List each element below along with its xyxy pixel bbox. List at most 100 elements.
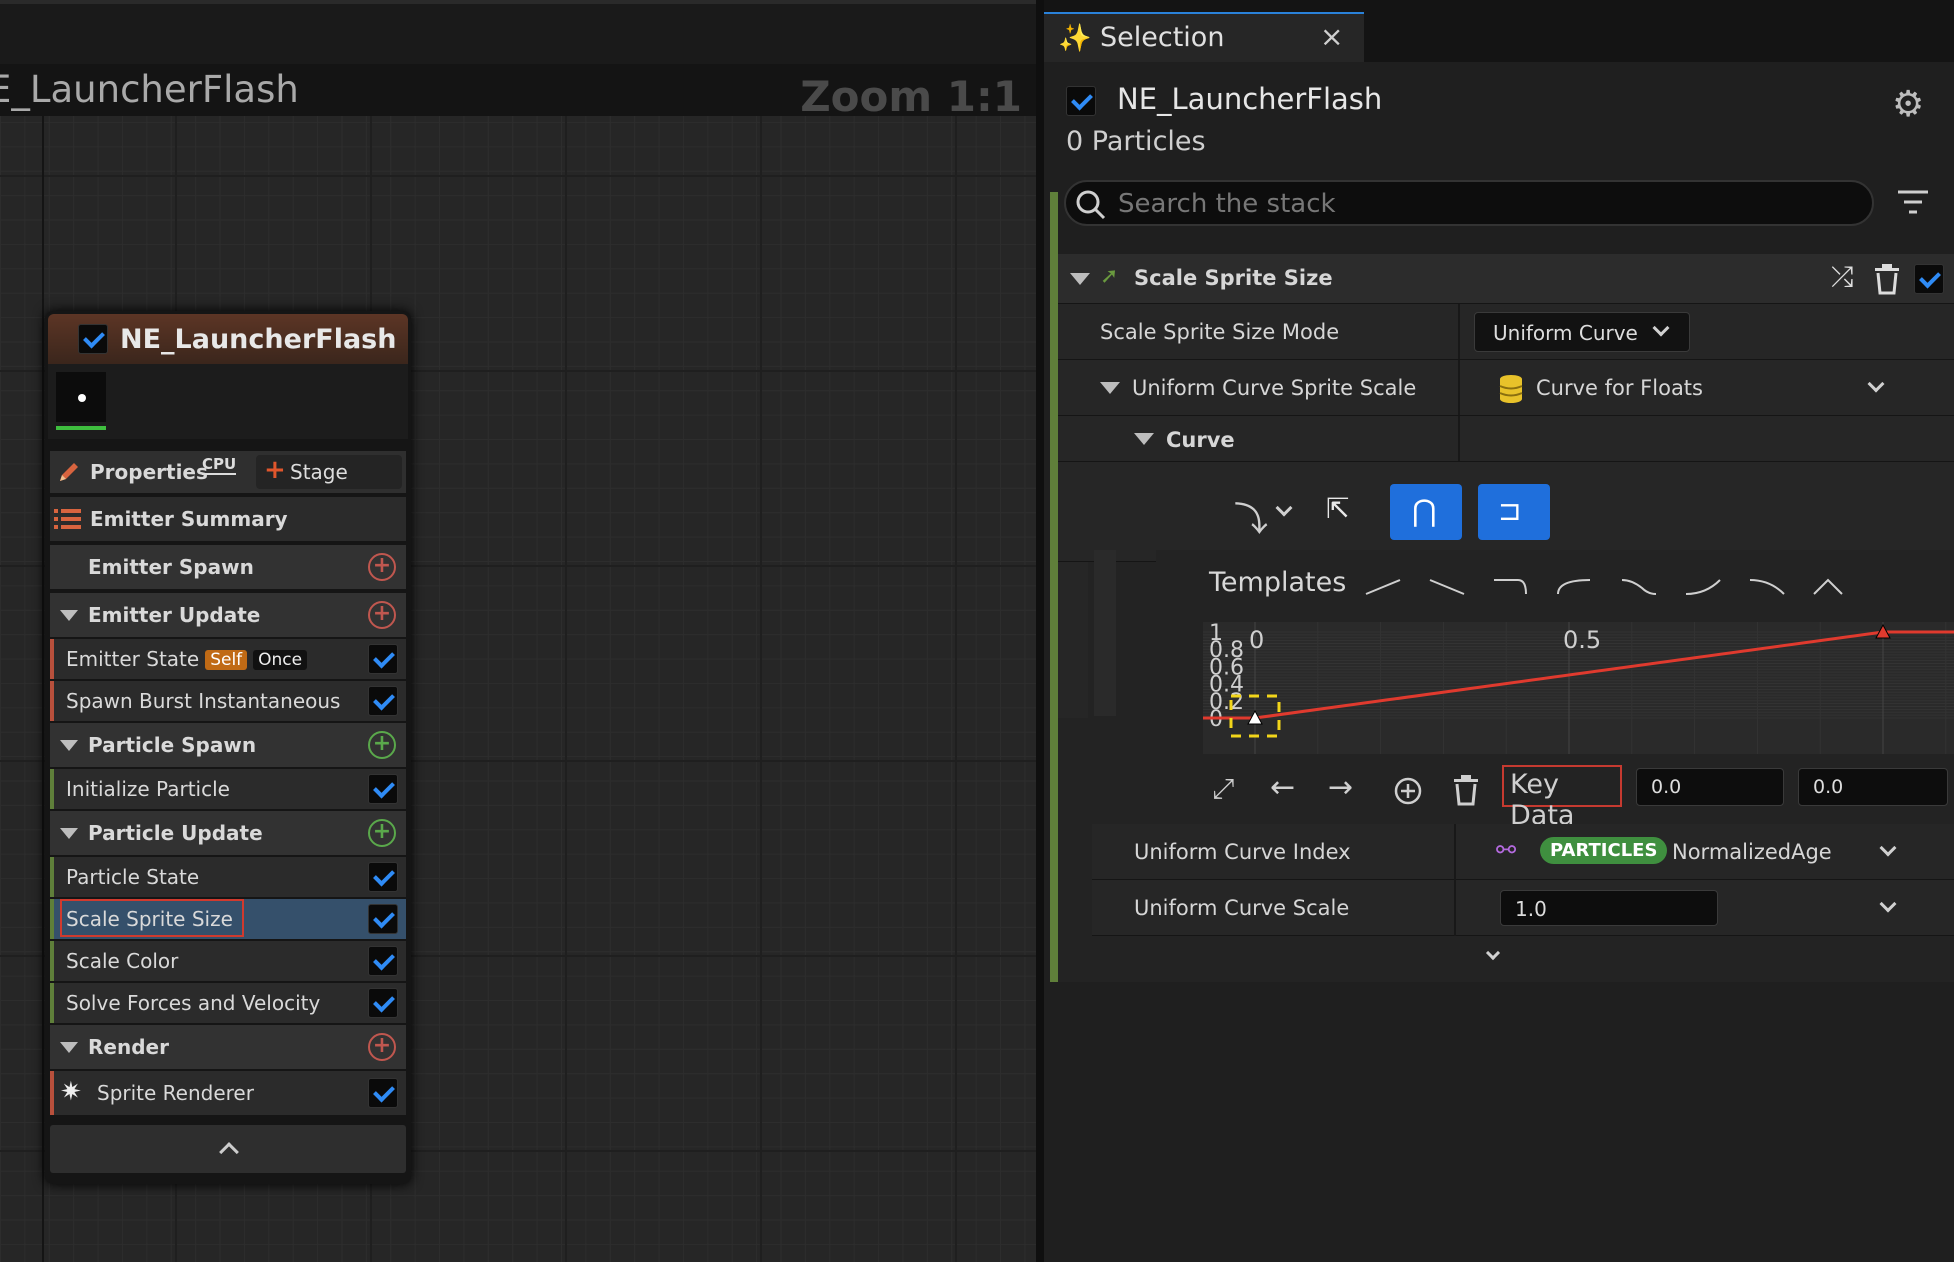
search-input[interactable] — [1118, 186, 1858, 222]
module-enabled-checkbox[interactable] — [1914, 264, 1944, 294]
module-row-sprite-renderer[interactable]: ✷ Sprite Renderer — [50, 1071, 406, 1115]
node-collapse-button[interactable] — [50, 1125, 406, 1173]
delete-key-icon[interactable] — [1452, 774, 1480, 806]
particle-spawn-section[interactable]: Particle Spawn + — [50, 723, 406, 767]
next-key-icon[interactable]: → — [1328, 770, 1353, 805]
selection-tab[interactable]: ✨ Selection × — [1044, 12, 1364, 62]
module-row-particle-state[interactable]: Particle State — [50, 857, 406, 897]
stage-label: Stage — [290, 460, 348, 484]
template-smooth-fall-icon[interactable] — [1749, 579, 1785, 595]
mode-dropdown[interactable]: Uniform Curve — [1474, 312, 1690, 352]
add-module-button[interactable]: + — [368, 553, 396, 581]
render-section[interactable]: Render + — [50, 1025, 406, 1069]
curve-plot[interactable]: 10.80.60.40.200 0.5 — [1203, 622, 1954, 754]
magnet-icon: ⋂ — [1412, 494, 1437, 529]
collapse-triangle-icon[interactable] — [60, 610, 78, 621]
snap-magnet-button[interactable]: ⋂ — [1390, 484, 1462, 540]
emitter-node-title: NE_LauncherFlash — [120, 324, 397, 355]
add-key-icon[interactable] — [1393, 776, 1423, 806]
module-row-solve-forces[interactable]: Solve Forces and Velocity — [50, 983, 406, 1023]
add-module-button[interactable]: + — [368, 819, 396, 847]
curve-templates[interactable] — [1360, 572, 1860, 600]
module-enabled-checkbox[interactable] — [368, 988, 398, 1018]
module-color-bar — [50, 983, 54, 1023]
advanced-expand-row[interactable] — [1058, 936, 1954, 978]
import-curve-icon[interactable]: ⤵ — [1234, 492, 1268, 541]
add-stage-button[interactable]: + Stage — [256, 455, 402, 489]
emitter-enabled-checkbox[interactable] — [1066, 86, 1096, 116]
snap-icon: ⊐ — [1498, 494, 1522, 527]
link-icon[interactable]: ⚯ — [1496, 836, 1516, 864]
module-enabled-checkbox[interactable] — [368, 644, 398, 674]
emitter-spawn-section[interactable]: Emitter Spawn + — [50, 545, 406, 589]
particle-update-section[interactable]: Particle Update + — [50, 811, 406, 855]
snap-value-button[interactable]: ⊐ — [1478, 484, 1550, 540]
module-enabled-checkbox[interactable] — [368, 1078, 398, 1108]
template-ease-out-icon[interactable] — [1494, 579, 1527, 595]
index-value: NormalizedAge — [1672, 840, 1832, 864]
collapse-triangle-icon[interactable] — [60, 740, 78, 751]
close-tab-icon[interactable]: × — [1320, 20, 1343, 53]
add-module-button[interactable]: + — [368, 601, 396, 629]
module-label: Particle State — [66, 865, 200, 889]
add-renderer-button[interactable]: + — [368, 1033, 396, 1061]
template-peak-icon[interactable] — [1813, 578, 1843, 595]
properties-label: Properties — [90, 460, 208, 484]
module-row-spawn-burst[interactable]: Spawn Burst Instantaneous — [50, 681, 406, 721]
database-icon — [1499, 375, 1523, 403]
emitter-summary-row[interactable]: Emitter Summary — [50, 497, 406, 541]
open-external-icon[interactable]: ⇱ — [1326, 492, 1349, 525]
module-row-initialize-particle[interactable]: Initialize Particle — [50, 769, 406, 809]
emitter-thumbnail[interactable] — [56, 372, 106, 422]
collapse-triangle-icon[interactable] — [60, 1042, 78, 1053]
property-row-curve: Curve — [1058, 416, 1954, 462]
key-time-input[interactable]: 0.0 — [1636, 768, 1784, 806]
emitter-update-section[interactable]: Emitter Update + — [50, 593, 406, 637]
template-smooth-up-icon[interactable] — [1685, 579, 1721, 595]
x-tick-label: 0 — [1249, 626, 1264, 654]
collapse-triangle-icon[interactable] — [60, 828, 78, 839]
chevron-down-icon[interactable] — [1867, 375, 1885, 393]
template-smooth-down-icon[interactable] — [1621, 579, 1657, 595]
collapse-triangle-icon[interactable] — [1100, 382, 1120, 394]
shuffle-icon[interactable]: ⤮ — [1831, 260, 1853, 294]
emitter-node-header[interactable]: NE_LauncherFlash — [48, 314, 408, 364]
panel-splitter[interactable] — [1036, 0, 1044, 1262]
filter-icon[interactable] — [1896, 188, 1930, 216]
key-value-input[interactable]: 0.0 — [1798, 768, 1948, 806]
module-enabled-checkbox[interactable] — [368, 686, 398, 716]
search-box[interactable] — [1064, 180, 1874, 226]
module-enabled-checkbox[interactable] — [368, 946, 398, 976]
chevron-down-icon[interactable] — [1275, 499, 1293, 517]
module-row-emitter-state[interactable]: Emitter State Self Once — [50, 639, 406, 679]
module-enabled-checkbox[interactable] — [368, 862, 398, 892]
module-label: Spawn Burst Instantaneous — [66, 689, 341, 713]
module-color-bar — [50, 941, 54, 981]
template-ease-in-icon[interactable] — [1557, 579, 1591, 595]
previous-key-icon[interactable]: ← — [1270, 770, 1295, 805]
module-row-scale-sprite-size[interactable]: Scale Sprite Size — [50, 899, 406, 939]
chevron-down-icon[interactable] — [1879, 839, 1897, 857]
collapse-triangle-icon[interactable] — [1134, 433, 1154, 445]
x-tick-label: 0.5 — [1563, 626, 1601, 654]
module-enabled-checkbox[interactable] — [368, 774, 398, 804]
properties-row[interactable]: Properties CPU + Stage — [50, 451, 406, 493]
module-header[interactable]: ➚ Scale Sprite Size ⤮ — [1058, 254, 1954, 304]
emitter-node[interactable]: NE_LauncherFlash Properties CPU + Stage — [45, 311, 411, 1184]
template-linear-down-icon[interactable] — [1429, 579, 1465, 595]
curve-graph[interactable]: 1 0.8 0.6 0.4 0.2 0 0 0.5 — [1203, 622, 1954, 754]
chevron-down-icon[interactable] — [1879, 895, 1897, 913]
module-row-scale-color[interactable]: Scale Color — [50, 941, 406, 981]
gear-icon[interactable]: ⚙ — [1892, 84, 1924, 125]
fit-view-icon[interactable]: ⤢ — [1212, 772, 1234, 806]
collapse-triangle-icon[interactable] — [1070, 273, 1090, 285]
module-enabled-checkbox[interactable] — [368, 904, 398, 934]
graph-canvas[interactable]: E_LauncherFlash Zoom 1:1 NE_LauncherFlas… — [0, 0, 1036, 1262]
chevron-down-icon[interactable] — [1485, 945, 1501, 961]
curve-scale-input[interactable]: 1.0 — [1500, 890, 1718, 926]
selection-tab-title: Selection — [1100, 22, 1225, 53]
trash-icon[interactable] — [1873, 263, 1901, 295]
emitter-enabled-checkbox[interactable] — [78, 324, 108, 354]
template-linear-up-icon[interactable] — [1365, 579, 1401, 595]
add-module-button[interactable]: + — [368, 731, 396, 759]
